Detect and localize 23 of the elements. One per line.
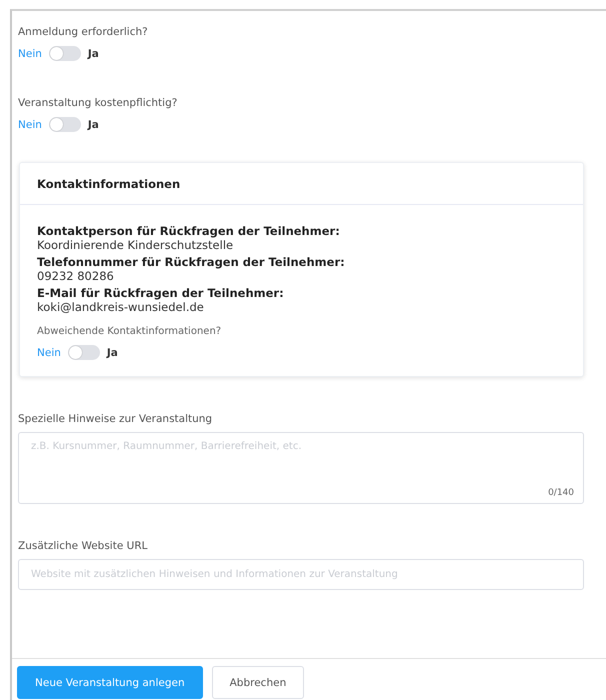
question-label: Abweichende Kontaktinformationen?	[37, 326, 222, 337]
off-option-label: Nein	[37, 346, 61, 358]
off-option-label: Nein	[18, 48, 42, 60]
field-label: Spezielle Hinweise zur Veranstaltung	[18, 413, 214, 425]
off-option-label: Nein	[18, 118, 42, 130]
toggle-switch[interactable]	[48, 46, 81, 61]
toggle-switch[interactable]	[68, 345, 100, 360]
contact-label: Telefonnummer für Rückfragen der Teilnehmer:	[37, 255, 346, 269]
card-title: Kontaktinformationen	[20, 163, 583, 205]
question-label: Veranstaltung kostenpflichtig?	[18, 97, 178, 109]
toggle-switch[interactable]	[48, 117, 81, 132]
field-label: Zusätzliche Website URL	[18, 540, 148, 552]
cancel-button[interactable]: Abbrechen	[212, 666, 304, 699]
character-counter: 0/140	[548, 488, 574, 498]
contact-value: Koordinierende Kinderschutzstelle	[37, 238, 234, 252]
question-label: Anmeldung erforderlich?	[18, 26, 149, 38]
on-option-label: Ja	[88, 48, 99, 60]
on-option-label: Ja	[106, 346, 118, 358]
contact-label: E-Mail für Rückfragen der Teilnehmer:	[37, 286, 285, 300]
contact-value: koki@landkreis-wunsiedel.de	[37, 300, 205, 314]
contact-label: Kontaktperson für Rückfragen der Teilnehmer:	[37, 224, 341, 238]
contact-value: 09232 80286	[37, 269, 115, 283]
on-option-label: Ja	[88, 118, 99, 130]
